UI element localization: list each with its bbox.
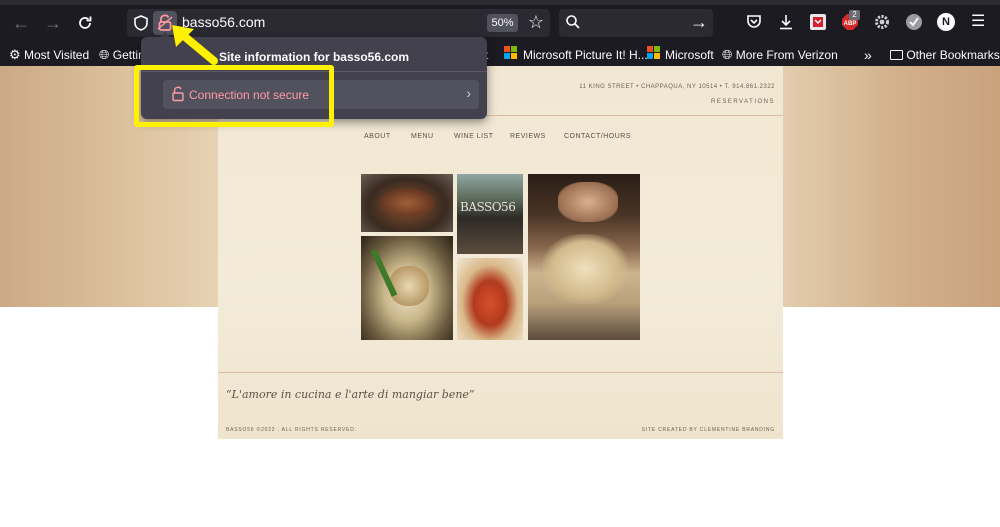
bookmarks-overflow-chevron-icon[interactable]: » <box>864 44 872 66</box>
bookmark-label: Microsoft Picture It! H... <box>523 48 648 62</box>
search-icon <box>566 15 580 29</box>
highlight-box <box>134 65 334 127</box>
browser-window: ← → basso56.com 50% ☆ → ABP 2 N ☰ ⚙ Most… <box>0 0 1000 527</box>
copyright-text: BASSO56 ©2022 . ALL RIGHTS RESERVED. <box>226 427 357 433</box>
site-address: 11 KING STREET • CHAPPAQUA, NY 10514 • T… <box>579 84 775 90</box>
folder-icon <box>890 50 903 60</box>
bookmark-label: Other Bookmarks <box>906 48 1000 62</box>
bookmark-label: Microsoft <box>665 48 714 62</box>
reload-icon <box>79 16 92 29</box>
nav-about[interactable]: ABOUT <box>364 133 391 140</box>
nav-menu[interactable]: MENU <box>411 133 434 140</box>
bookmark-more-from-verizon[interactable]: 🌐︎ More From Verizon <box>722 44 838 66</box>
tracking-protection-shield-icon[interactable] <box>132 14 150 32</box>
microsoft-logo-icon <box>647 46 661 60</box>
hamburger-menu-icon[interactable]: ☰ <box>971 12 985 32</box>
pocket-icon[interactable] <box>745 13 763 31</box>
tab-strip-edge <box>0 0 1000 5</box>
svg-text:ABP: ABP <box>844 21 857 27</box>
site-quote: “L'amore in cucina e l'arte di mangiar b… <box>226 388 475 401</box>
nav-reviews[interactable]: REVIEWS <box>510 133 546 140</box>
checkmark-extension-icon[interactable] <box>905 13 923 31</box>
nav-wine-list[interactable]: WINE LIST <box>454 133 494 140</box>
bookmark-most-visited[interactable]: ⚙ Most Visited <box>9 44 89 66</box>
reload-button[interactable] <box>74 12 96 34</box>
stuffed-pasta-photo <box>361 236 453 340</box>
microsoft-logo-icon <box>504 46 518 60</box>
reservations-link[interactable]: RESERVATIONS <box>711 99 775 105</box>
pdf-extension-icon[interactable] <box>809 13 827 31</box>
bookmark-label: Most Visited <box>24 48 90 62</box>
lamb-chops-photo <box>361 174 453 232</box>
gear-extension-icon[interactable] <box>873 13 891 31</box>
bookmark-label: More From Verizon <box>735 48 838 62</box>
highlight-arrow-icon <box>172 25 218 65</box>
bookmark-other-bookmarks[interactable]: Other Bookmarks <box>890 44 1000 66</box>
profile-avatar[interactable]: N <box>937 13 955 31</box>
chevron-right-icon: › <box>466 85 471 101</box>
restaurant-storefront-photo: BASSO56 <box>457 174 523 254</box>
globe-icon: 🌐︎ <box>99 47 110 62</box>
storefront-sign: BASSO56 <box>460 200 516 214</box>
fresh-pasta-hands-photo <box>528 174 640 340</box>
bookmark-microsoft[interactable]: Microsoft <box>665 44 714 66</box>
back-button[interactable]: ← <box>10 12 32 34</box>
forward-button[interactable]: → <box>42 12 64 34</box>
zoom-level-badge[interactable]: 50% <box>487 14 518 32</box>
bookmark-microsoft-picture-it[interactable]: Microsoft Picture It! H... <box>523 44 648 66</box>
gear-icon: ⚙ <box>9 47 21 62</box>
bruschetta-photo <box>457 258 523 340</box>
site-credit-link[interactable]: SITE CREATED BY CLEMENTINE BRANDING <box>642 427 775 433</box>
globe-icon: 🌐︎ <box>722 47 733 62</box>
go-arrow-icon[interactable]: → <box>690 11 708 33</box>
nav-contact-hours[interactable]: CONTACT/HOURS <box>564 133 631 140</box>
downloads-icon[interactable] <box>777 13 795 31</box>
footer-divider <box>218 372 783 373</box>
bookmark-star-icon[interactable]: ☆ <box>526 11 546 33</box>
adblock-count-badge: 2 <box>849 10 860 20</box>
